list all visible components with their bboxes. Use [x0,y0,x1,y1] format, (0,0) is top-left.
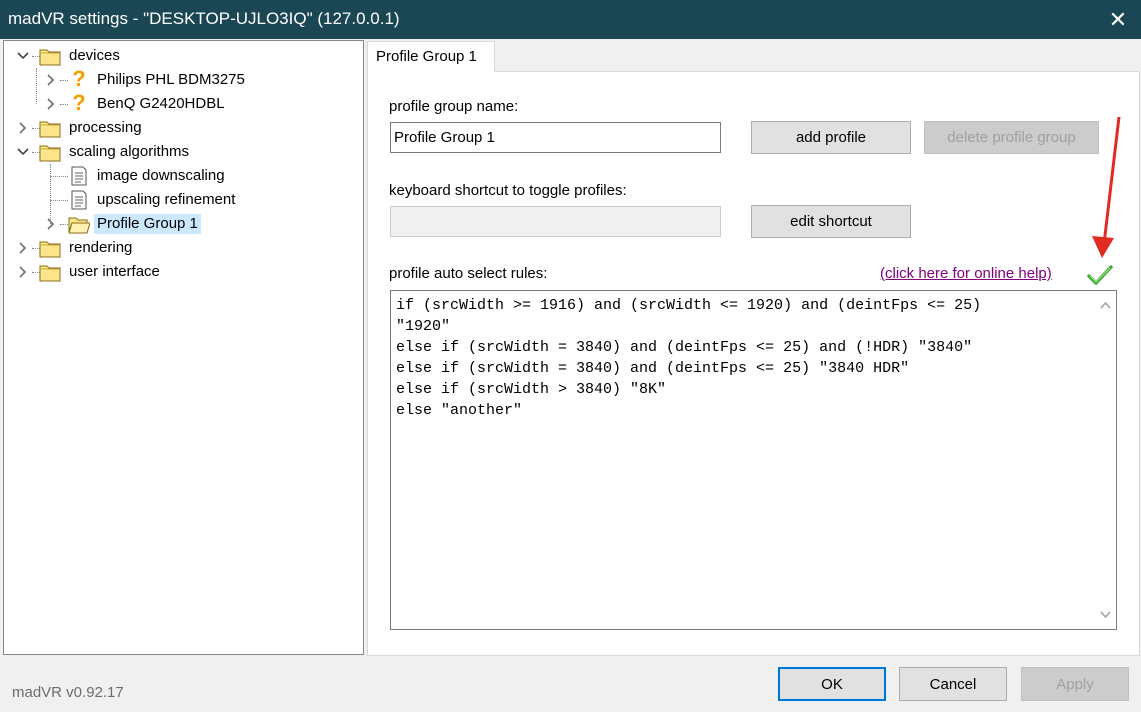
close-icon: ✕ [1108,6,1128,32]
rules-text[interactable]: if (srcWidth >= 1916) and (srcWidth <= 1… [396,295,981,421]
shortcut-field [390,206,721,237]
vertical-scrollbar[interactable] [1095,291,1116,629]
title-bar: madVR settings - "DESKTOP-UJLO3IQ" (127.… [0,0,1141,39]
scroll-down-icon[interactable] [1099,608,1112,621]
version-label: madVR v0.92.17 [12,684,124,701]
chevron-right-icon[interactable] [16,265,30,279]
checkmark-icon [1087,265,1113,285]
close-button[interactable]: ✕ [1095,0,1141,39]
chevron-down-icon[interactable] [16,145,30,159]
group-name-label: profile group name: [389,98,519,115]
chevron-right-icon[interactable] [16,241,30,255]
tree-item-label: Philips PHL BDM3275 [97,71,245,88]
tab-profile-group-1[interactable]: Profile Group 1 [367,41,495,72]
tree-item-label: devices [69,47,120,64]
folder-icon [39,241,61,258]
rules-textarea[interactable]: if (srcWidth >= 1916) and (srcWidth <= 1… [390,290,1117,630]
chevron-down-icon[interactable] [16,49,30,63]
tree-item-label: upscaling refinement [97,191,236,208]
tree-item-label: rendering [69,239,133,256]
apply-button[interactable]: Apply [1021,667,1129,701]
delete-profile-group-button[interactable]: delete profile group [924,121,1099,154]
folder-icon [39,49,61,66]
folder-icon [39,121,61,138]
folder-open-icon [68,217,90,234]
ok-button[interactable]: OK [778,667,886,701]
folder-icon [39,145,61,162]
group-name-input[interactable] [390,122,721,153]
shortcut-label: keyboard shortcut to toggle profiles: [389,182,627,199]
question-icon: ? [72,66,86,91]
document-icon [71,166,87,186]
chevron-right-icon[interactable] [44,217,58,231]
chevron-right-icon[interactable] [16,121,30,135]
tree-item-label: processing [69,119,142,136]
question-icon: ? [72,90,86,115]
tree-item-label: BenQ G2420HDBL [97,95,225,112]
online-help-link[interactable]: (click here for online help) [880,265,1052,282]
tree-item-label: image downscaling [97,167,225,184]
tree-item-label: user interface [69,263,160,280]
document-icon [71,190,87,210]
tree-item-label: Profile Group 1 [94,214,201,234]
edit-shortcut-button[interactable]: edit shortcut [751,205,911,238]
tree-item-label: scaling algorithms [69,143,190,160]
chevron-right-icon[interactable] [44,73,58,87]
scroll-up-icon[interactable] [1099,299,1112,312]
rules-label: profile auto select rules: [389,265,548,282]
add-profile-button[interactable]: add profile [751,121,911,154]
folder-icon [39,265,61,282]
chevron-right-icon[interactable] [44,97,58,111]
settings-tree[interactable]: devices ? Philips PHL BDM3275 ? BenQ G24… [3,40,364,655]
window-title: madVR settings - "DESKTOP-UJLO3IQ" (127.… [8,9,400,28]
cancel-button[interactable]: Cancel [899,667,1007,701]
